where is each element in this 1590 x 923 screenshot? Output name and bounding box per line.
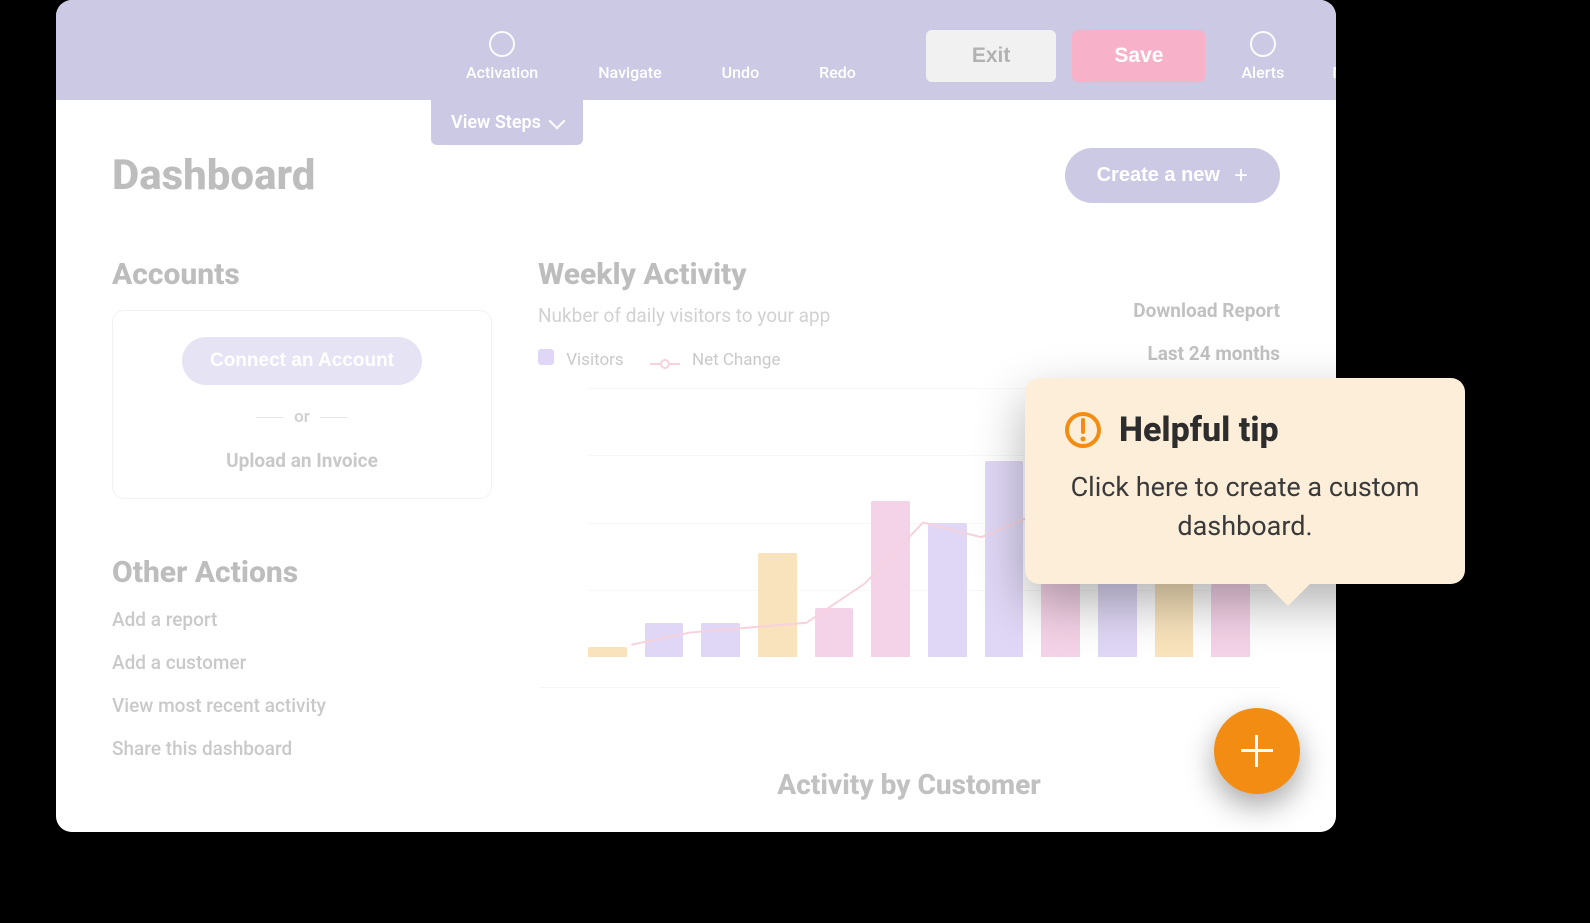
- chart-bar: [815, 608, 854, 657]
- other-actions-heading: Other Actions: [112, 555, 492, 590]
- activity-by-customer-heading: Activity by Customer: [538, 768, 1280, 801]
- action-share-dashboard[interactable]: Share this dashboard: [112, 737, 492, 760]
- connect-account-button[interactable]: Connect an Account: [182, 337, 422, 385]
- chart-bar: [701, 623, 740, 657]
- chart-bar: [871, 501, 910, 657]
- alert-circle-icon: [1063, 410, 1103, 450]
- chevron-down-icon: [548, 112, 565, 129]
- toolbar-navigate[interactable]: Navigate: [598, 31, 661, 82]
- toolbar-label: Alerts: [1241, 63, 1284, 82]
- action-recent-activity[interactable]: View most recent activity: [112, 694, 492, 717]
- view-steps-dropdown[interactable]: View Steps: [431, 100, 583, 145]
- chart-bar: [928, 523, 967, 657]
- toolbar-label: Move: [1332, 63, 1336, 82]
- view-steps-label: View Steps: [451, 112, 541, 133]
- tooltip-title: Helpful tip: [1119, 410, 1279, 450]
- chart-bar: [758, 553, 797, 657]
- legend-swatch-icon: [538, 349, 554, 365]
- undo-icon: [727, 31, 753, 57]
- toolbar-label: Activation: [466, 63, 538, 82]
- timerange-label: Last 24 months: [1133, 342, 1280, 365]
- tooltip-body: Click here to create a custom dashboard.: [1063, 468, 1427, 546]
- redo-icon: [825, 31, 851, 57]
- toolbar-label: Undo: [722, 63, 759, 82]
- action-add-customer[interactable]: Add a customer: [112, 651, 492, 674]
- save-button[interactable]: Save: [1072, 30, 1205, 82]
- toolbar-redo[interactable]: Redo: [819, 31, 856, 82]
- chart-bar: [1211, 584, 1250, 657]
- chart-bar: [645, 623, 684, 657]
- chart-title: Weekly Activity: [538, 257, 830, 292]
- accounts-card: Connect an Account or Upload an Invoice: [112, 310, 492, 499]
- toolbar-undo[interactable]: Undo: [722, 31, 759, 82]
- chart-subtitle: Nukber of daily visitors to your app: [538, 304, 830, 327]
- download-report-link[interactable]: Download Report: [1133, 299, 1280, 322]
- bell-icon: [1250, 31, 1276, 57]
- toolbar-alerts[interactable]: Alerts: [1241, 31, 1284, 82]
- top-toolbar: Activation Navigate Undo Redo Exit Save …: [56, 0, 1336, 100]
- plus-icon: [1241, 735, 1273, 767]
- legend-visitors: Visitors: [538, 349, 624, 370]
- toolbar-move[interactable]: Move: [1332, 31, 1336, 82]
- helpful-tip-tooltip: Helpful tip Click here to create a custo…: [1025, 378, 1465, 584]
- navigate-icon: [617, 31, 643, 57]
- toolbar-label: Redo: [819, 63, 856, 82]
- power-icon: [489, 31, 515, 57]
- create-dashboard-fab[interactable]: [1214, 708, 1300, 794]
- toolbar-activation[interactable]: Activation: [466, 31, 538, 82]
- chart-bar: [985, 461, 1024, 657]
- action-add-report[interactable]: Add a report: [112, 608, 492, 631]
- page-title: Dashboard: [112, 151, 315, 200]
- legend-net-change: Net Change: [650, 350, 781, 370]
- legend-line-icon: [650, 359, 680, 369]
- create-new-label: Create a new: [1097, 164, 1220, 187]
- chart-bar: [588, 647, 627, 657]
- accounts-heading: Accounts: [112, 257, 492, 292]
- upload-invoice-link[interactable]: Upload an Invoice: [139, 449, 465, 472]
- or-divider: or: [139, 407, 465, 427]
- exit-button[interactable]: Exit: [926, 30, 1057, 82]
- toolbar-label: Navigate: [598, 63, 661, 82]
- create-new-button[interactable]: Create a new +: [1065, 148, 1280, 203]
